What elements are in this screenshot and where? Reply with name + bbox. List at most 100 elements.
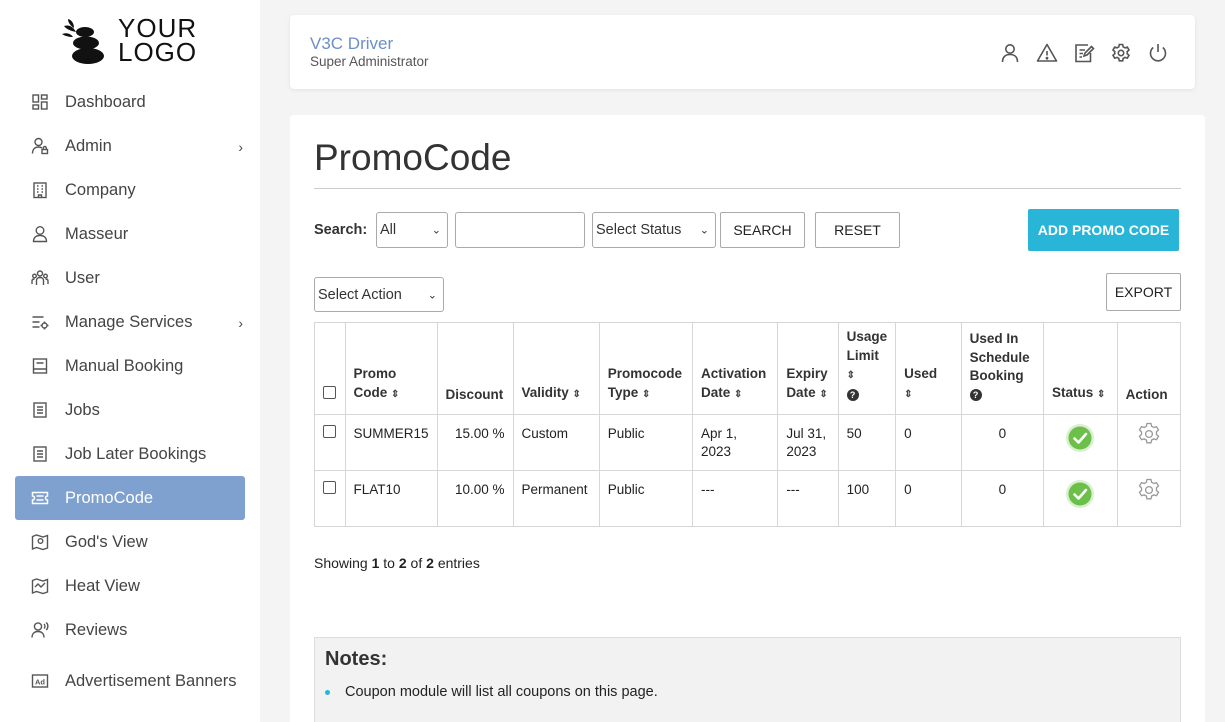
bulk-action-select-value: Select Action	[318, 286, 402, 303]
chevron-down-icon: ⌄	[427, 289, 437, 301]
header-text: Used	[904, 366, 938, 381]
sidebar-item-gods-view[interactable]: God's View	[15, 520, 245, 564]
sidebar-item-jobs[interactable]: Jobs	[15, 388, 245, 432]
logo-text: YOUR LOGO	[118, 13, 198, 67]
summary-text: of	[410, 555, 423, 571]
sidebar-item-reviews[interactable]: Reviews	[15, 608, 245, 652]
status-select[interactable]: Select Status ⌄	[592, 212, 716, 248]
sidebar-item-label: User	[65, 268, 100, 287]
col-promocode-type[interactable]: Promocode Type ⇕	[598, 322, 693, 415]
cell-action	[1116, 414, 1182, 471]
sidebar-item-user[interactable]: User	[15, 256, 245, 300]
search-field-select[interactable]: All ⌄	[376, 212, 448, 248]
reset-button[interactable]: RESET	[815, 212, 900, 248]
search-field-select-value: All	[380, 222, 397, 238]
sidebar-item-job-later-bookings[interactable]: Job Later Bookings	[15, 432, 245, 476]
summary-text: entries	[437, 555, 480, 571]
sort-icon: ⇕	[391, 388, 400, 400]
promo-code-table: Promo Code ⇕ Discount Validity ⇕ Promocod…	[314, 322, 1182, 527]
sidebar-item-dashboard[interactable]: Dashboard	[15, 80, 245, 124]
settings-icon[interactable]	[1110, 42, 1132, 64]
help-icon[interactable]: ?	[846, 388, 859, 401]
user-name[interactable]: V3C Driver	[310, 34, 393, 54]
header-text: Code	[353, 384, 388, 400]
edit-icon[interactable]	[1073, 42, 1095, 64]
sort-icon: ⇕	[642, 388, 651, 400]
sidebar-item-label: Company	[65, 180, 136, 199]
sort-icon: ⇕	[904, 388, 913, 400]
col-discount: Discount	[436, 322, 514, 415]
col-promo-code[interactable]: Promo Code ⇕	[344, 322, 438, 415]
bulk-action-select[interactable]: Select Action ⌄	[314, 277, 444, 312]
table-header-row: Promo Code ⇕ Discount Validity ⇕ Promocod…	[314, 322, 1182, 415]
profile-icon[interactable]	[999, 42, 1021, 64]
status-active-icon[interactable]	[1065, 423, 1095, 453]
services-icon	[32, 316, 49, 330]
search-label: Search:	[314, 222, 368, 238]
header-text: Promo	[353, 366, 397, 381]
col-used[interactable]: Used ⇕	[895, 322, 962, 415]
add-promo-code-button[interactable]: ADD PROMO CODE	[1028, 209, 1179, 251]
header-text: Promocode	[607, 366, 682, 381]
map-view-icon	[31, 534, 49, 551]
gear-icon[interactable]	[1136, 421, 1162, 447]
select-all-checkbox[interactable]	[323, 385, 336, 399]
sidebar-item-advertisement-banners[interactable]: Ad Advertisement Banners	[15, 654, 245, 708]
cell-action	[1116, 470, 1182, 527]
document-icon	[33, 402, 47, 418]
sidebar-item-label: Reviews	[65, 620, 128, 639]
col-activation-date[interactable]: Activation Date ⇕	[691, 322, 779, 415]
header-text: Schedule	[969, 349, 1030, 365]
sidebar-item-label: Dashboard	[65, 92, 146, 111]
help-icon[interactable]: ?	[969, 388, 982, 401]
user-lock-icon	[31, 137, 49, 155]
table-row: SUMMER15 15.00 % Custom Public Apr 1, 20…	[314, 414, 1182, 471]
title-divider	[314, 188, 1181, 189]
sidebar-item-promocode[interactable]: PromoCode	[15, 476, 245, 520]
bullet-icon	[325, 690, 330, 695]
sort-icon: ⇕	[734, 388, 743, 400]
sidebar-item-masseur[interactable]: Masseur	[15, 212, 245, 256]
col-usage-limit[interactable]: Usage Limit ⇕?	[837, 322, 897, 415]
row-select-cell	[314, 414, 346, 471]
export-button[interactable]: EXPORT	[1106, 273, 1181, 311]
chevron-down-icon: ⌄	[699, 224, 709, 237]
logo[interactable]: YOUR LOGO	[58, 12, 208, 68]
alert-icon[interactable]	[1036, 42, 1058, 64]
row-checkbox[interactable]	[323, 425, 337, 438]
logo-stones-icon	[62, 19, 104, 64]
sidebar-item-manual-booking[interactable]: Manual Booking	[15, 344, 245, 388]
users-icon	[31, 270, 49, 285]
header-text: Discount	[445, 386, 504, 402]
status-active-icon[interactable]	[1065, 479, 1095, 509]
sort-icon: ⇕	[572, 388, 581, 400]
sidebar-item-manage-services[interactable]: Manage Services ›	[15, 300, 245, 344]
document-icon	[33, 446, 47, 462]
header-text: Date	[786, 384, 816, 400]
heat-map-icon	[31, 578, 49, 595]
row-checkbox[interactable]	[323, 481, 337, 494]
cell-validity: Permanent	[512, 470, 600, 527]
sidebar-nav: Dashboard Admin › Company Masseur User M…	[15, 80, 245, 708]
sidebar-item-admin[interactable]: Admin ›	[15, 124, 245, 168]
cell-used-in-schedule: 0	[960, 414, 1045, 471]
gear-icon[interactable]	[1136, 477, 1162, 503]
cell-used-in-schedule: 0	[960, 470, 1045, 527]
search-button[interactable]: SEARCH	[720, 212, 805, 248]
col-expiry-date[interactable]: Expiry Date ⇕	[777, 322, 839, 415]
header-text: Booking	[969, 368, 1024, 383]
col-validity[interactable]: Validity ⇕	[512, 322, 600, 415]
booking-icon	[32, 358, 48, 374]
power-icon[interactable]	[1147, 42, 1169, 64]
header-text: Used In	[969, 331, 1019, 346]
search-input[interactable]	[455, 212, 585, 248]
cell-usage-limit: 100	[837, 470, 897, 527]
ticket-icon	[31, 491, 49, 505]
header-actions	[984, 42, 1169, 64]
col-used-in-schedule-booking: Used In Schedule Booking?	[960, 322, 1045, 415]
col-status[interactable]: Status ⇕	[1043, 322, 1118, 415]
cell-status	[1043, 470, 1118, 527]
sidebar-item-heat-view[interactable]: Heat View	[15, 564, 245, 608]
top-header: V3C Driver Super Administrator	[290, 15, 1195, 89]
sidebar-item-company[interactable]: Company	[15, 168, 245, 212]
